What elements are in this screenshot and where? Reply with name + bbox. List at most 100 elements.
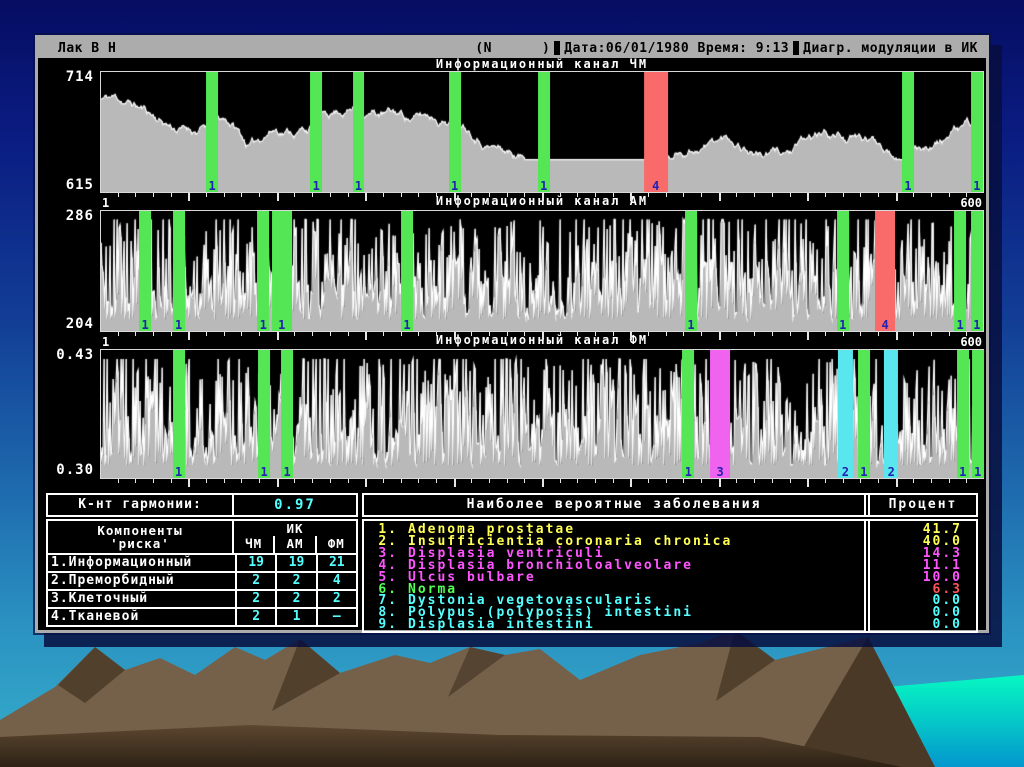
marker-bar: 1	[957, 350, 969, 478]
x-axis-strip-2: 1 Информационный канал ФМ 600	[100, 332, 984, 349]
marker-label: 1	[133, 319, 157, 331]
risk-row-value: 19	[275, 555, 315, 571]
marker-bar: 1	[685, 211, 697, 331]
risk-table: Компоненты 'риска' ИК ЧМ АМ ФМ 1.Информа…	[46, 519, 358, 627]
x-axis-strip-3	[100, 479, 984, 491]
axis-tick	[754, 332, 755, 336]
axis-tick	[259, 479, 260, 483]
axis-tick	[471, 332, 472, 336]
axis-tick	[348, 479, 349, 483]
axis-tick-major	[277, 479, 279, 487]
axis-tick	[860, 193, 861, 197]
axis-tick	[401, 479, 402, 483]
axis-tick	[330, 479, 331, 483]
marker-label: 1	[852, 466, 876, 478]
y-axis-max-chart2: 286	[38, 208, 94, 224]
axis-tick	[701, 479, 702, 483]
marker-label: 1	[831, 319, 855, 331]
marker-bar: 1	[258, 350, 270, 478]
axis-tick	[294, 479, 295, 483]
risk-row-value: 1	[275, 609, 315, 625]
axis-tick	[683, 332, 684, 336]
axis-tick-major	[630, 479, 632, 487]
marker-label: 1	[532, 180, 556, 192]
axis-tick-major	[454, 479, 456, 487]
axis-tick	[860, 479, 861, 483]
marker-bar: 1	[401, 211, 413, 331]
disease-number: 9.	[364, 619, 398, 631]
axis-tick	[790, 332, 791, 336]
axis-tick	[489, 479, 490, 483]
tick-row	[100, 479, 984, 488]
disease-name-column: 1.Adenoma prostatae2.Insufficientia coro…	[364, 521, 864, 631]
axis-tick	[613, 332, 614, 336]
axis-tick	[878, 479, 879, 483]
axis-tick-major	[542, 193, 544, 201]
axis-tick	[683, 193, 684, 197]
risk-row-label: 4.Тканевой	[48, 609, 237, 625]
axis-tick	[560, 479, 561, 483]
risk-components-header: Компоненты 'риска'	[48, 521, 234, 553]
axis-tick	[913, 332, 914, 336]
risk-row-value: 2	[275, 591, 315, 607]
harmony-row: К-нт гармонии: 0.97	[46, 493, 358, 517]
tick-row	[100, 332, 984, 341]
axis-tick	[259, 332, 260, 336]
marker-label: 1	[965, 319, 989, 331]
axis-tick	[312, 193, 313, 197]
axis-tick	[878, 193, 879, 197]
axis-tick	[701, 193, 702, 197]
axis-tick	[666, 193, 667, 197]
axis-tick-major	[542, 479, 544, 487]
marker-bar: 1	[139, 211, 151, 331]
risk-panel: К-нт гармонии: 0.97 Компоненты 'риска' И…	[46, 493, 358, 627]
axis-tick-major	[630, 193, 632, 201]
axis-tick	[135, 193, 136, 197]
axis-tick	[683, 479, 684, 483]
axis-tick	[436, 332, 437, 336]
axis-tick	[489, 193, 490, 197]
marker-label: 1	[443, 180, 467, 192]
marker-bar: 2	[838, 350, 852, 478]
marker-label: 1	[679, 319, 703, 331]
axis-tick	[171, 479, 172, 483]
axis-tick	[153, 332, 154, 336]
axis-tick	[931, 193, 932, 197]
axis-tick	[931, 479, 932, 483]
percent-header: Процент	[870, 495, 976, 515]
axis-tick	[507, 479, 508, 483]
axis-tick-major	[277, 332, 279, 340]
marker-label: 1	[200, 180, 224, 192]
axis-tick	[754, 479, 755, 483]
disease-percent-column: 41.740.014.311.110.06.30.00.00.0	[870, 521, 976, 631]
results-section: К-нт гармонии: 0.97 Компоненты 'риска' И…	[46, 493, 978, 627]
risk-header-line2: 'риска'	[48, 537, 232, 550]
axis-tick	[825, 479, 826, 483]
marker-label: 1	[347, 180, 371, 192]
axis-tick	[913, 479, 914, 483]
marker-bar: 1	[281, 350, 293, 478]
axis-tick-major	[542, 332, 544, 340]
title-separator-block	[793, 41, 799, 55]
risk-row-value: 2	[275, 573, 315, 589]
risk-row-value: 2	[237, 573, 275, 589]
axis-tick	[666, 479, 667, 483]
marker-bar: 1	[837, 211, 849, 331]
date-time-label: Дата:06/01/1980 Время: 9:13	[564, 41, 789, 56]
risk-table-header: Компоненты 'риска' ИК ЧМ АМ ФМ	[48, 521, 356, 553]
axis-tick-major	[896, 332, 898, 340]
marker-bar: 1	[538, 72, 550, 192]
axis-tick	[418, 193, 419, 197]
axis-tick-major	[454, 332, 456, 340]
y-axis-min-chart1: 615	[38, 177, 94, 193]
risk-row-value: 2	[237, 591, 275, 607]
marker-bar: 4	[875, 211, 895, 331]
axis-tick	[241, 193, 242, 197]
axis-tick	[949, 479, 950, 483]
marker-label: 1	[275, 466, 299, 478]
background-landscape	[0, 625, 1024, 767]
axis-tick	[118, 479, 119, 483]
marker-label: 4	[869, 319, 901, 331]
axis-tick	[206, 193, 207, 197]
y-axis-min-chart3: 0.30	[38, 462, 94, 478]
